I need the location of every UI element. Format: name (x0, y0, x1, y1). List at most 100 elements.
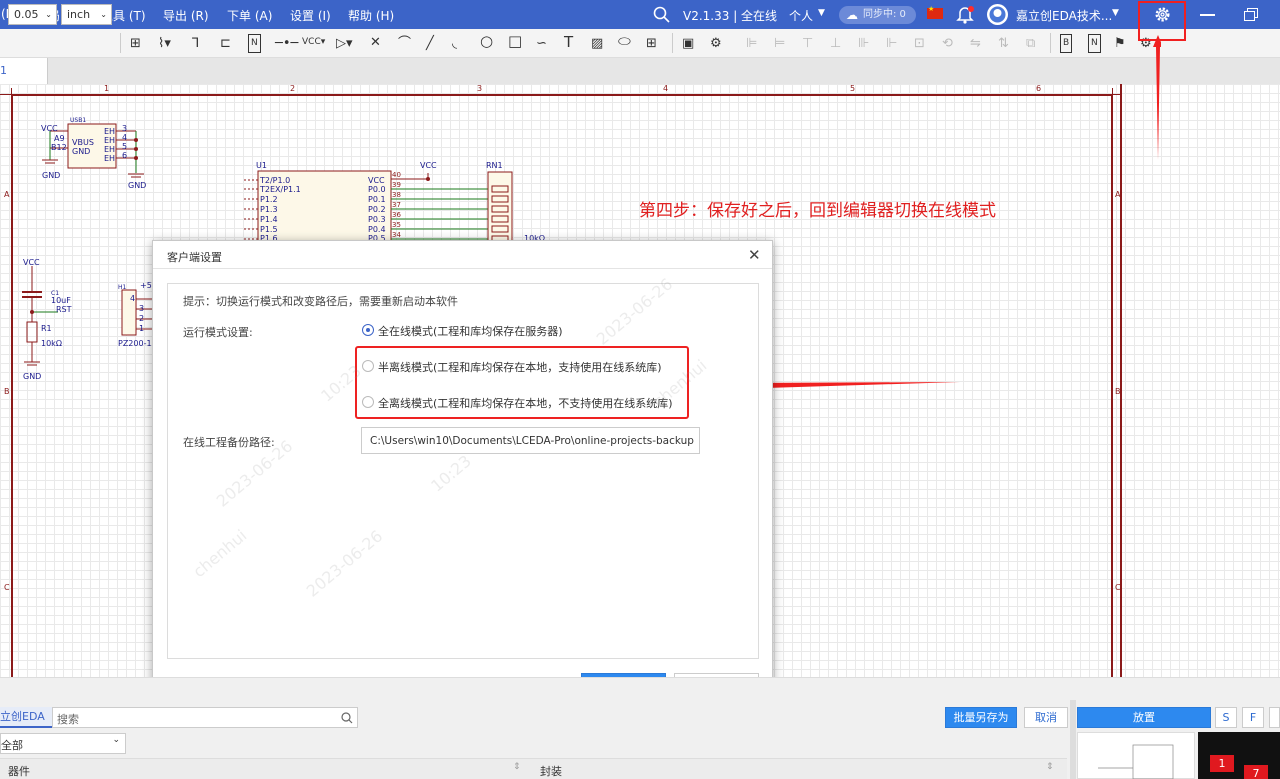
pin-icon[interactable]: ⌒ (398, 35, 411, 52)
net-label: VCC (23, 258, 40, 267)
align-middle-icon[interactable]: ⊥ (830, 35, 841, 52)
designator: H1 (118, 284, 127, 291)
pin-number: 34 (392, 231, 401, 239)
menu-item-help[interactable]: 帮助 (H) (348, 7, 394, 24)
netlist-icon[interactable]: N (1088, 34, 1101, 53)
pin-label: VCC (368, 176, 385, 185)
search-icon[interactable] (653, 6, 670, 23)
close-icon[interactable]: ✕ (748, 246, 761, 264)
line-icon[interactable]: ╱ (426, 35, 434, 52)
client-settings-dialog: 客户端设置 ✕ 提示：切换运行模式和改变路径后，需要重新启动本软件 运行模式设置… (152, 240, 773, 712)
radio-online-mode[interactable] (362, 324, 374, 336)
pin-number: 36 (392, 211, 401, 219)
net-label: GND (42, 171, 61, 180)
menu-item-order[interactable]: 下单 (A) (227, 7, 272, 24)
minimize-icon[interactable] (1200, 14, 1215, 16)
pin-number: 6 (122, 151, 128, 160)
restore-icon[interactable] (1244, 8, 1258, 21)
arc-icon[interactable]: ◟ (452, 35, 457, 52)
pin-label: P0.2 (368, 205, 386, 214)
pin-number: 3 (139, 304, 145, 313)
pin-label: P1.3 (260, 205, 278, 214)
backup-path-field[interactable]: C:\Users\win10\Documents\LCEDA-Pro\onlin… (361, 427, 700, 454)
cancel-library-button[interactable]: 取消 (1024, 707, 1068, 728)
bell-icon[interactable] (956, 5, 974, 24)
symbol-view-button[interactable]: S (1215, 707, 1237, 728)
menu-item-export[interactable]: 导出 (R) (163, 7, 209, 24)
pin-number: 5 (122, 142, 128, 151)
distribute-v-icon[interactable]: ⊩ (886, 35, 897, 52)
flip-h-icon[interactable]: ⇋ (970, 35, 981, 52)
no-connect-icon[interactable]: ✕ (370, 34, 381, 51)
junction-icon[interactable]: ─•─ (275, 35, 298, 52)
vcc-icon[interactable]: VCC▾ (302, 34, 325, 51)
group-icon[interactable]: ⧉ (1026, 35, 1035, 52)
sync-status-badge[interactable]: ☁ 同步中: 0 (839, 6, 916, 24)
chevron-down-icon[interactable]: ▼ (1112, 8, 1119, 18)
chevron-down-icon: ⌄ (112, 735, 120, 745)
pin-label: P0.4 (368, 225, 386, 234)
component-icon[interactable]: ⊞ (130, 35, 141, 52)
batch-save-as-button[interactable]: 批量另存为 (945, 707, 1017, 728)
category-select[interactable]: 全部 ⌄ (0, 733, 126, 754)
pad-1: 1 (1210, 755, 1234, 772)
netport-icon[interactable]: ▷▾ (336, 35, 353, 52)
rotate-icon[interactable]: ⟲ (942, 35, 953, 52)
sort-icon[interactable]: ⇕ (513, 762, 521, 772)
results-table-header: 器件 ⇕ 封装 ⇕ (0, 758, 1067, 779)
ruler-letter: C (4, 583, 10, 592)
tab-label: 1 (0, 64, 7, 77)
image-icon[interactable]: ▨ (591, 35, 603, 52)
bus-icon[interactable]: ⅂ (192, 35, 199, 52)
netflag-icon[interactable]: ⊏ (220, 35, 231, 52)
version-status: V2.1.33 | 全在线 (683, 9, 778, 23)
align-top-icon[interactable]: ⊤ (802, 35, 813, 52)
search-input[interactable]: 搜索 (52, 707, 358, 728)
footprint-view-button[interactable]: F (1242, 707, 1264, 728)
ellipse-icon[interactable]: ⬭ (618, 33, 631, 50)
tab-lceda-library[interactable]: 立创EDA (0, 707, 52, 728)
panel-splitter[interactable] (1070, 700, 1076, 779)
pin-number: 1 (139, 324, 145, 333)
grid-size-select[interactable]: 0.05 ⌄ (8, 4, 57, 25)
pcb-update-icon[interactable]: ⚙ (710, 35, 722, 52)
avatar[interactable] (987, 4, 1008, 25)
distribute-h-icon[interactable]: ⊪ (858, 35, 869, 52)
tab-schematic-1[interactable]: 1 (0, 58, 48, 84)
circle-icon[interactable]: ○ (480, 33, 493, 50)
designator: USB1 (70, 117, 87, 124)
align-left-icon[interactable]: ⊫ (746, 35, 757, 52)
rectangle-icon[interactable]: □ (508, 33, 522, 50)
sort-icon[interactable]: ⇕ (1046, 762, 1054, 772)
bom-icon[interactable]: B (1060, 34, 1073, 53)
highlight-box-offline-options (355, 346, 689, 419)
account-name[interactable]: 嘉立创EDA技术... (1016, 7, 1112, 24)
column-header-device[interactable]: 器件 (8, 763, 30, 779)
align-center-icon[interactable]: ⊨ (774, 35, 785, 52)
text-icon[interactable]: T (564, 34, 573, 51)
netlabel-icon[interactable]: N (248, 34, 261, 53)
column-header-package[interactable]: 封装 (540, 763, 562, 779)
table-icon[interactable]: ⊞ (646, 35, 657, 52)
menu-item-settings[interactable]: 设置 (I) (290, 7, 331, 24)
header-h1-symbol[interactable] (118, 285, 156, 340)
flip-v-icon[interactable]: ⇅ (998, 35, 1009, 52)
design-check-icon[interactable]: ⚑ (1114, 35, 1126, 52)
align-grid-icon[interactable]: ⊡ (914, 35, 925, 52)
china-flag-icon[interactable] (927, 5, 943, 19)
pin-number: 40 (392, 171, 401, 179)
watermark: 10:23 (427, 451, 475, 496)
search-icon[interactable] (341, 712, 353, 724)
option-online-label[interactable]: 全在线模式(工程和库均保存在服务器) (378, 323, 563, 339)
rc-circuit-symbol[interactable] (18, 262, 58, 377)
bezier-icon[interactable]: ∽ (536, 35, 547, 52)
ruler-letter: C (1115, 583, 1121, 592)
pin-label: P0.1 (368, 195, 386, 204)
wire-icon[interactable]: ⌇▾ (158, 35, 171, 52)
pcb-icon[interactable]: ▣ (682, 35, 694, 52)
place-button[interactable]: 放置 (1077, 707, 1211, 728)
user-mode-dropdown[interactable]: 个人 (789, 7, 813, 24)
divider (153, 268, 772, 269)
unit-select[interactable]: inch ⌄ (61, 4, 112, 25)
model-view-button[interactable] (1269, 707, 1280, 728)
